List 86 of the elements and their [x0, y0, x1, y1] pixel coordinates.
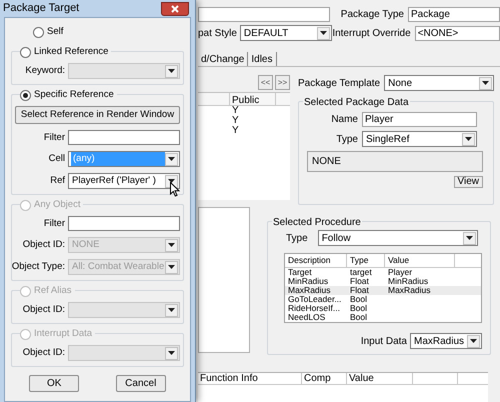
field-label: Type — [336, 132, 358, 146]
text-field[interactable] — [198, 7, 330, 22]
close-icon — [171, 4, 179, 12]
field-label: Object ID: — [22, 346, 65, 360]
radio-button[interactable] — [20, 46, 31, 58]
field-label: Keyword: — [25, 64, 65, 78]
column-header: Type — [347, 254, 385, 267]
option-label: Linked Reference — [34, 45, 108, 60]
dialog-title: Package Target — [3, 1, 80, 16]
field-label: Cell — [48, 152, 65, 166]
field-label: pat Style — [198, 26, 237, 40]
group-title: Selected Package Data — [303, 95, 410, 110]
field-label: Package Type — [340, 8, 404, 22]
dropdown[interactable]: PlayerRef ('Player' ) — [68, 173, 180, 190]
table-cell-text: Target — [287, 268, 313, 277]
dropdown[interactable]: DEFAULT — [240, 25, 332, 41]
field-label: Package Template — [298, 76, 380, 90]
dropdown-value: None — [387, 78, 413, 88]
option-label: Ref Alias — [34, 284, 72, 298]
option-label: Interrupt Data — [34, 327, 92, 342]
table-cell-text: Bool — [349, 304, 368, 313]
table-cell-text: MaxRadius — [387, 286, 432, 295]
table-cell-text: MinRadius — [287, 277, 330, 286]
column-header: Public — [230, 93, 276, 105]
mouse-pointer-icon — [170, 182, 180, 197]
dropdown-value: NONE — [71, 239, 100, 250]
column-header: Value — [347, 373, 413, 384]
table-cell-text: Player — [387, 268, 414, 277]
field-label: Filter — [44, 130, 65, 145]
close-button[interactable] — [161, 2, 189, 16]
reference-button[interactable]: NONE — [307, 151, 483, 172]
field-label: Object ID: — [22, 303, 65, 318]
radio-button[interactable] — [20, 90, 31, 101]
table-cell-text: Float — [349, 286, 370, 295]
dropdown-value: (any) — [71, 152, 165, 166]
table-cell-text: Bool — [349, 313, 368, 322]
table-cell-text: MaxRadius — [287, 286, 332, 295]
table-cell-text: Y — [231, 106, 240, 116]
field-label: Object Type: — [12, 260, 65, 274]
table-cell-text: Bool — [349, 295, 368, 304]
view-button[interactable]: View — [454, 176, 483, 188]
field-label: Object ID: — [22, 238, 65, 252]
dropdown[interactable]: Follow — [318, 230, 478, 246]
dropdown[interactable]: None — [384, 75, 494, 91]
field-label: Interrupt Override — [332, 26, 411, 40]
table-cell-text: target — [349, 268, 373, 277]
nav-button[interactable]: >> — [275, 75, 290, 90]
table-cell-text: Y — [231, 116, 240, 126]
filter-field[interactable] — [68, 130, 180, 146]
text-field[interactable]: Package — [408, 7, 500, 22]
field-label: Filter — [44, 216, 65, 231]
table-cell-text: RideHorseIf... — [287, 304, 341, 313]
field-label: Name — [331, 113, 358, 127]
dropdown[interactable]: SingleRef — [362, 131, 477, 147]
table-row[interactable]: MaxRadius Float MaxRadius — [285, 286, 481, 295]
column-header: Function Info — [198, 373, 302, 384]
option-label: Specific Reference — [34, 88, 114, 102]
column-header: Comp — [302, 373, 347, 384]
option-label: Self — [47, 25, 64, 39]
table-cell-text: Float — [349, 277, 369, 286]
dropdown-value: PlayerRef ('Player' ) — [71, 175, 157, 186]
dropdown-value: SingleRef — [365, 134, 410, 144]
field-label: Ref — [50, 174, 65, 188]
field-label: Input Data — [360, 334, 407, 348]
dialog-button[interactable]: OK — [29, 375, 80, 392]
table-cell-text: NeedLOS — [287, 313, 326, 322]
select-reference-button[interactable]: Select Reference in Render Window — [15, 106, 180, 124]
nav-button[interactable]: << — [258, 75, 273, 90]
field-label: Type — [286, 232, 308, 246]
radio-button[interactable] — [33, 26, 44, 38]
dialog-button[interactable]: Cancel — [116, 375, 166, 392]
table-cell-text: Y — [231, 126, 240, 136]
table-cell-text: MinRadius — [387, 277, 430, 286]
text-field[interactable]: Player — [362, 112, 477, 127]
dropdown-value: All: Combat Wearable — [71, 261, 165, 272]
text-field[interactable]: <NONE> — [414, 26, 500, 40]
table-cell-text: GoToLeader... — [287, 295, 342, 304]
dropdown-value: MaxRadius — [413, 336, 466, 346]
option-label: Any Object — [34, 198, 80, 212]
dropdown-value: DEFAULT — [242, 28, 290, 38]
column-header: Description — [285, 254, 347, 267]
tab[interactable]: d/Change — [198, 52, 248, 66]
column-header: Value — [385, 254, 455, 267]
tab[interactable]: Idles — [248, 52, 276, 66]
dropdown-value: Follow — [320, 232, 352, 244]
dropdown[interactable]: MaxRadius — [410, 333, 482, 349]
